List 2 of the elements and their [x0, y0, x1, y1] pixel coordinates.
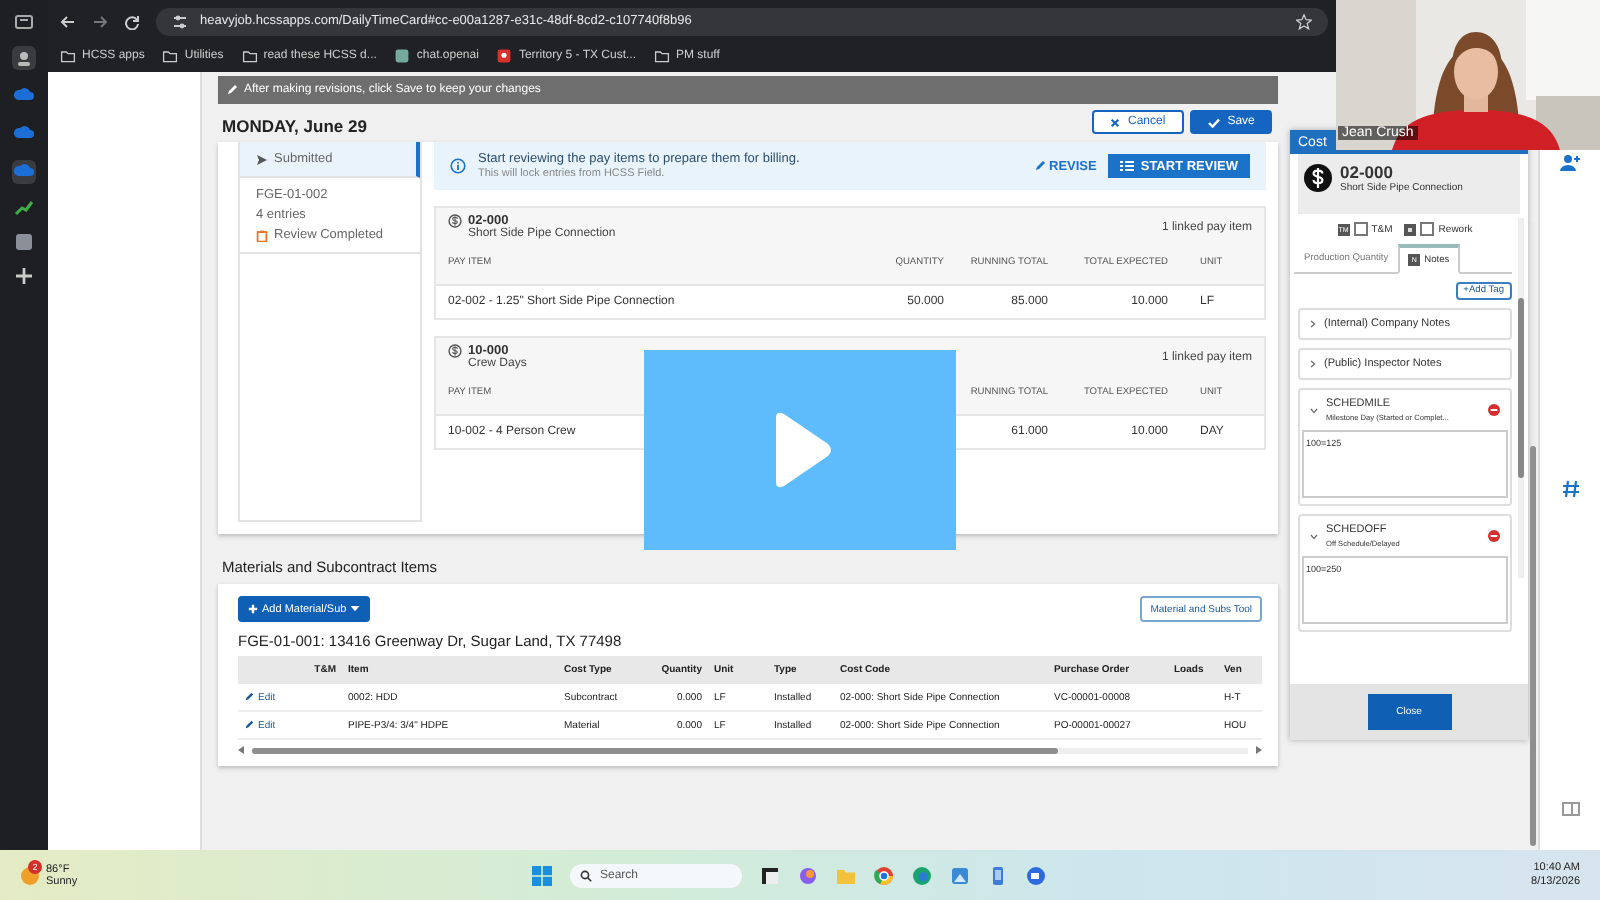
day-title: MONDAY, June 29: [222, 116, 367, 136]
cost-code: 02-000: [1340, 162, 1395, 182]
